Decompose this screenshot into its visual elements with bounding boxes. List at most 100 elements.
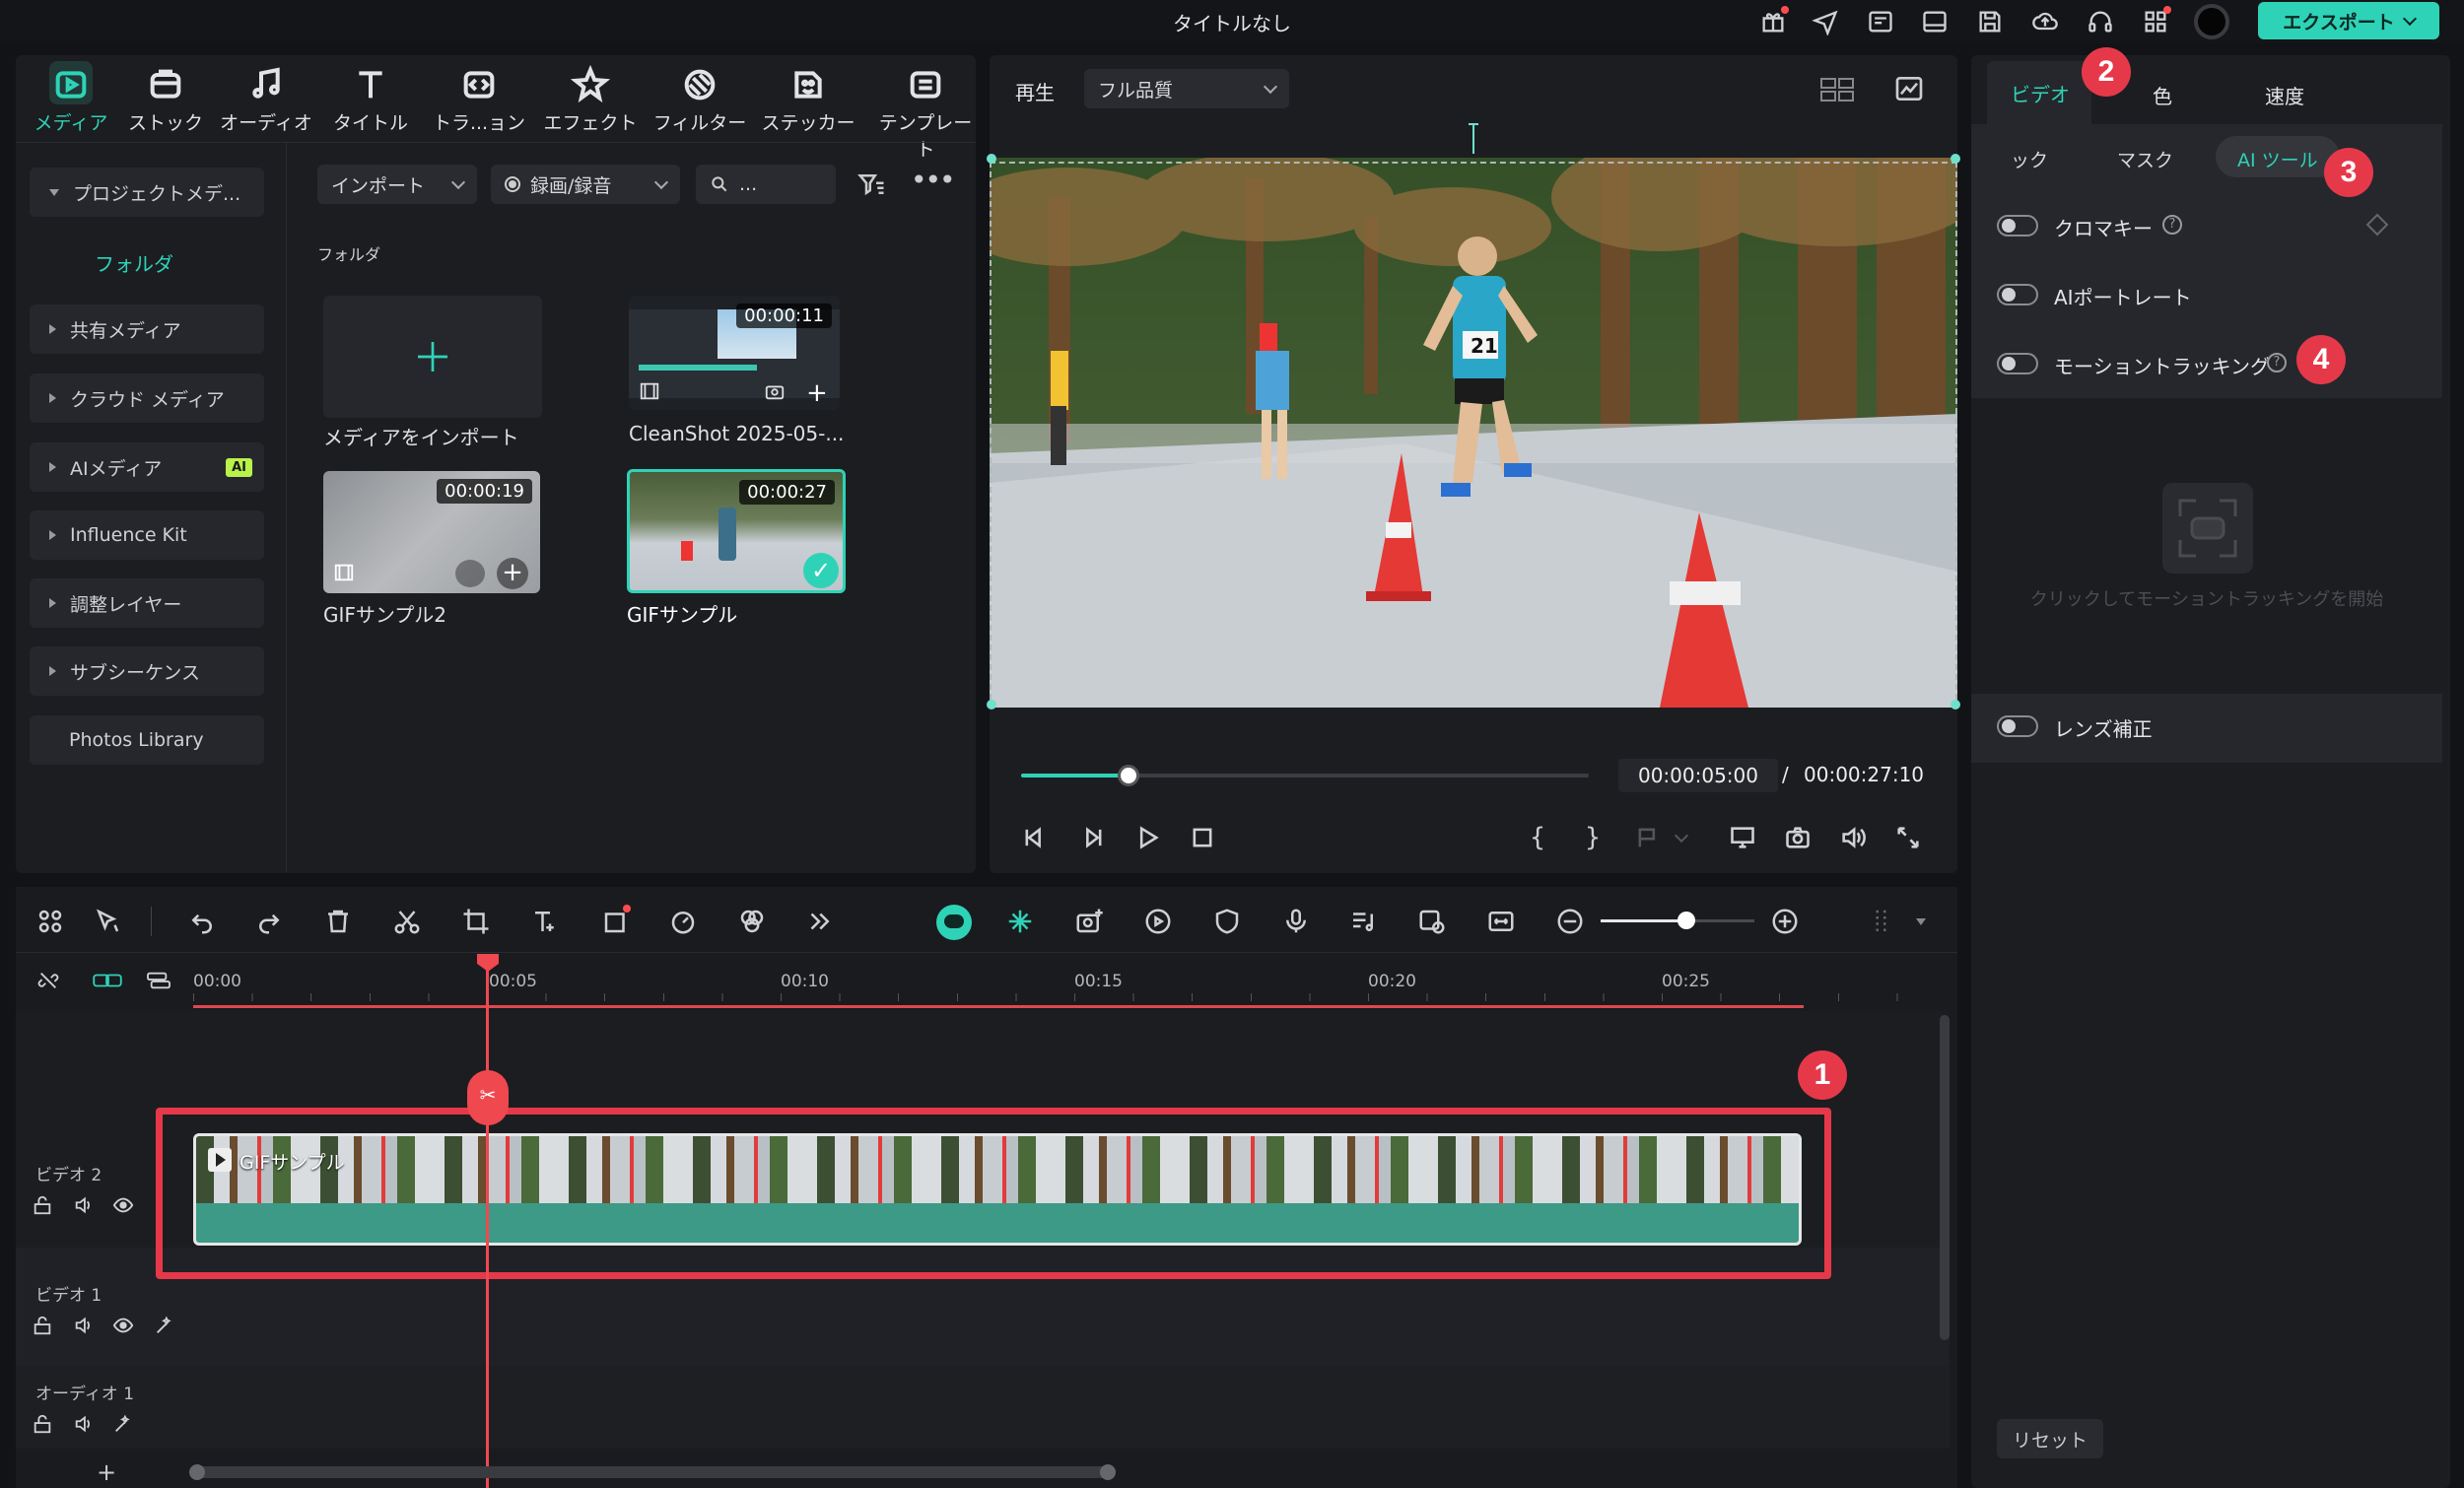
- lock-icon[interactable]: [32, 1413, 55, 1437]
- export-button[interactable]: エクスポート: [2258, 2, 2439, 39]
- more-icon[interactable]: •••: [911, 167, 956, 199]
- add-icon[interactable]: +: [806, 378, 828, 408]
- volume-icon[interactable]: [73, 1413, 97, 1437]
- ai-assistant-icon[interactable]: [936, 905, 972, 940]
- search-input[interactable]: ...: [696, 165, 836, 204]
- record-dropdown[interactable]: 録画/録音: [491, 165, 680, 204]
- display-icon[interactable]: [1723, 818, 1762, 857]
- video-preview[interactable]: 21: [990, 158, 1957, 708]
- gift-icon[interactable]: [1757, 6, 1789, 37]
- scissors-icon[interactable]: [388, 903, 426, 940]
- tab-speed[interactable]: 速度: [2265, 81, 2304, 109]
- tab-color[interactable]: 色: [2153, 81, 2172, 109]
- select-tool-icon[interactable]: [89, 903, 126, 940]
- camera-add-icon[interactable]: [1070, 903, 1108, 940]
- media-thumb-gif2[interactable]: 00:00:19 +: [323, 471, 540, 593]
- sidebar-item-shared-media[interactable]: 共有メディア: [30, 304, 264, 354]
- rotate-handle[interactable]: [1467, 122, 1480, 156]
- track-layout-icon[interactable]: [1865, 903, 1902, 940]
- quality-dropdown[interactable]: フル品質: [1084, 69, 1289, 108]
- tab-title[interactable]: タイトル: [321, 65, 420, 135]
- save-icon[interactable]: [1974, 6, 2006, 37]
- magic-wand-icon[interactable]: [112, 1413, 136, 1437]
- tab-stock[interactable]: ストック: [116, 65, 215, 135]
- split-marker[interactable]: ✂: [467, 1070, 509, 1125]
- volume-icon[interactable]: [1833, 818, 1873, 857]
- crop-icon[interactable]: [457, 903, 495, 940]
- media-thumb-gif-selected[interactable]: 00:00:27 ✓: [627, 469, 846, 593]
- resize-handle[interactable]: [987, 700, 996, 710]
- tab-transition[interactable]: トラ...ョン: [430, 65, 528, 135]
- eye-icon[interactable]: [112, 1194, 136, 1218]
- shield-icon[interactable]: [1208, 903, 1246, 940]
- lens-correction-toggle[interactable]: [1997, 715, 2038, 737]
- fullscreen-icon[interactable]: [1888, 818, 1928, 857]
- work-area-bar[interactable]: [193, 1005, 1804, 1008]
- resize-handle[interactable]: [1951, 154, 1960, 164]
- zoom-slider-knob[interactable]: [1677, 912, 1695, 929]
- play-icon[interactable]: [1128, 818, 1167, 857]
- color-match-icon[interactable]: [733, 903, 771, 940]
- caret-down-icon[interactable]: [1916, 918, 1926, 925]
- prev-frame-icon[interactable]: [1015, 818, 1055, 857]
- playback-progress[interactable]: [1021, 765, 1589, 786]
- sidebar-item-adjustment-layer[interactable]: 調整レイヤー: [30, 578, 264, 628]
- send-icon[interactable]: [1810, 6, 1841, 37]
- avatar[interactable]: [2194, 4, 2229, 39]
- apps-grid-icon[interactable]: [2140, 6, 2171, 37]
- tab-filter[interactable]: フィルター: [650, 65, 749, 135]
- speed-icon[interactable]: [664, 903, 702, 940]
- help-icon[interactable]: ?: [2267, 353, 2287, 372]
- tab-audio[interactable]: オーディオ: [217, 65, 315, 135]
- resize-handle[interactable]: [1951, 700, 1960, 710]
- subtab-ai-tools[interactable]: AI ツール: [2237, 146, 2318, 172]
- subtab-truncated[interactable]: ック: [2011, 146, 2048, 172]
- sidebar-item-photos-library[interactable]: Photos Library: [30, 715, 264, 765]
- motion-tracking-start-icon[interactable]: [2162, 483, 2253, 574]
- tab-template[interactable]: テンプレート: [874, 65, 977, 162]
- filter-icon[interactable]: [856, 169, 889, 199]
- audio-list-icon[interactable]: [1344, 903, 1382, 940]
- zoom-slider[interactable]: [1601, 912, 1754, 929]
- playhead[interactable]: [486, 954, 489, 1488]
- reset-button[interactable]: リセット: [1997, 1419, 2103, 1458]
- shape-icon[interactable]: [597, 903, 635, 940]
- microphone-icon[interactable]: [1277, 903, 1315, 940]
- subtab-mask[interactable]: マスク: [2117, 146, 2173, 172]
- volume-icon[interactable]: [73, 1315, 97, 1338]
- scope-icon[interactable]: [1892, 73, 1926, 104]
- sync-icon[interactable]: [1413, 903, 1451, 940]
- chevron-down-icon[interactable]: [1670, 818, 1693, 857]
- text-tool-icon[interactable]: [526, 903, 564, 940]
- magic-wand-icon[interactable]: [154, 1315, 177, 1338]
- grid-view-icon[interactable]: [1819, 77, 1855, 102]
- import-dropdown[interactable]: インポート: [317, 165, 477, 204]
- import-media-tile[interactable]: [323, 296, 542, 418]
- stop-icon[interactable]: [1183, 818, 1222, 857]
- sidebar-project-media[interactable]: プロジェクトメデ...: [30, 168, 264, 217]
- zoom-out-icon[interactable]: [1551, 903, 1589, 940]
- tab-sticker[interactable]: ステッカー: [759, 65, 857, 135]
- resize-handle[interactable]: [987, 154, 996, 164]
- redo-icon[interactable]: [250, 903, 288, 940]
- zoom-in-icon[interactable]: [1766, 903, 1804, 940]
- ai-tool-icon[interactable]: [1001, 903, 1039, 940]
- eye-icon[interactable]: [112, 1315, 136, 1338]
- add-track-button[interactable]: +: [97, 1458, 116, 1486]
- horizontal-scrollbar[interactable]: [189, 1464, 1116, 1480]
- link-icon[interactable]: [91, 970, 124, 993]
- tab-effect[interactable]: エフェクト: [541, 65, 640, 135]
- marker-icon[interactable]: [1628, 818, 1668, 857]
- sidebar-item-influence-kit[interactable]: Influence Kit: [30, 510, 264, 560]
- media-thumb-cleanshot[interactable]: 00:00:11 +: [629, 296, 840, 410]
- layout-icon[interactable]: [1919, 6, 1951, 37]
- sidebar-item-subsequence[interactable]: サブシーケンス: [30, 646, 264, 696]
- next-frame-icon[interactable]: [1072, 818, 1112, 857]
- layout-grid-icon[interactable]: [32, 903, 69, 940]
- undo-icon[interactable]: [183, 903, 221, 940]
- ai-portrait-toggle[interactable]: [1997, 284, 2038, 305]
- mark-out-icon[interactable]: }: [1573, 818, 1612, 857]
- sidebar-item-cloud-media[interactable]: クラウド メディア: [30, 373, 264, 423]
- snapshot-icon[interactable]: [1778, 818, 1817, 857]
- cloud-upload-icon[interactable]: [2029, 6, 2061, 37]
